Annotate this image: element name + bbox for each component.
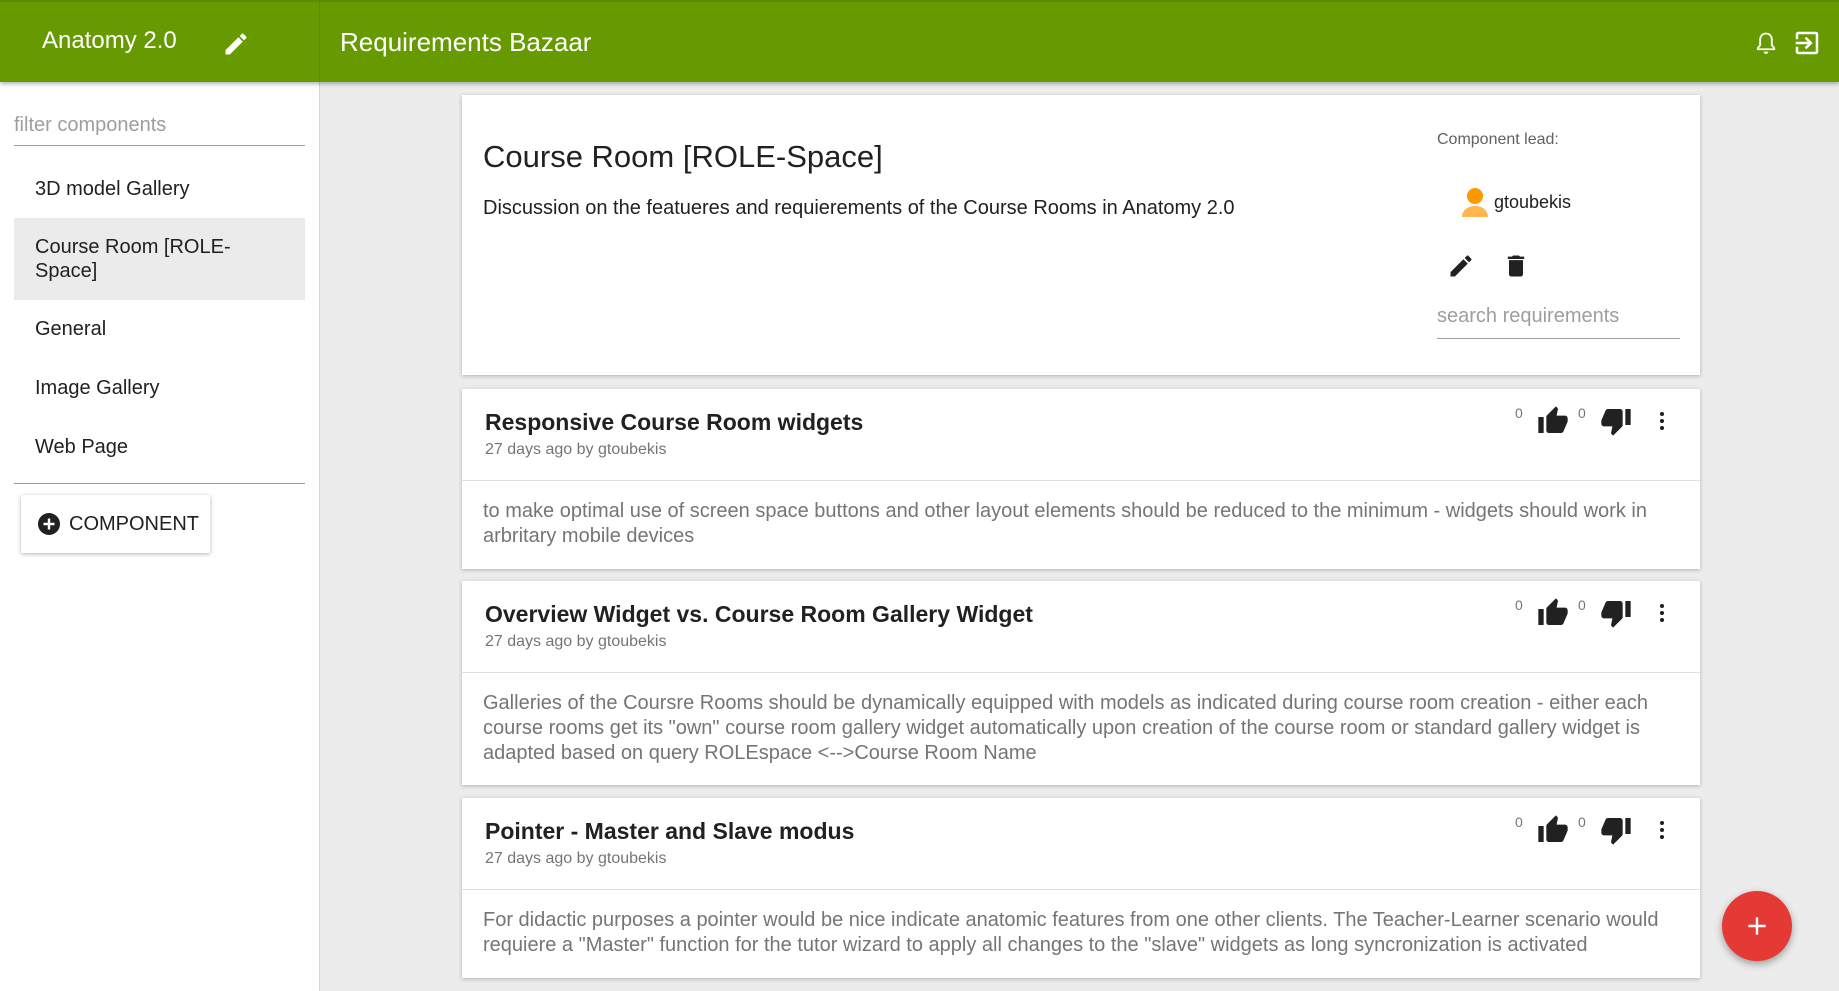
requirement-card[interactable]: Responsive Course Room widgets 27 days a… [462,389,1700,569]
thumb-up-icon[interactable] [1537,814,1569,846]
up-vote-count: 0 [1515,405,1523,421]
requirement-meta: 27 days ago by gtoubekis [485,850,667,867]
search-requirements-input[interactable] [1437,295,1680,339]
sidebar-item-label: General [35,318,107,340]
app-title: Requirements Bazaar [340,27,592,57]
component-list: 3D model Gallery Course Room [ROLE-Space… [14,160,305,476]
requirement-header: Pointer - Master and Slave modus 27 days… [462,798,1700,890]
sidebar-item-label: Web Page [35,436,129,458]
down-vote-count: 0 [1578,814,1586,830]
sidebar-item-label: Course Room [ROLE-Space] [35,236,231,282]
down-vote-count: 0 [1578,405,1586,421]
sidebar-item-general[interactable]: General [14,300,305,358]
component-sidebar: 3D model Gallery Course Room [ROLE-Space… [0,82,320,991]
requirement-title[interactable]: Responsive Course Room widgets [485,409,863,436]
requirement-description: to make optimal use of screen space butt… [483,500,1647,547]
logout-icon[interactable] [1792,28,1822,58]
avatar [1462,188,1488,217]
project-header: Anatomy 2.0 [0,2,320,82]
component-lead-label: Component lead: [1437,131,1559,148]
requirement-meta: 27 days ago by gtoubekis [485,441,667,458]
requirement-card[interactable]: Pointer - Master and Slave modus 27 days… [462,798,1700,978]
thumb-up-icon[interactable] [1537,597,1569,629]
sidebar-item-3d-model-gallery[interactable]: 3D model Gallery [14,160,305,218]
sidebar-item-image-gallery[interactable]: Image Gallery [14,358,305,418]
component-description: Discussion on the featueres and requiere… [483,197,1235,219]
add-requirement-fab[interactable] [1722,891,1792,961]
thumb-up-icon[interactable] [1537,405,1569,437]
edit-icon[interactable] [222,30,250,58]
requirement-title[interactable]: Pointer - Master and Slave modus [485,818,854,845]
thumb-down-icon[interactable] [1600,814,1632,846]
delete-icon[interactable] [1502,252,1530,280]
sidebar-item-course-room[interactable]: Course Room [ROLE-Space] [14,218,305,300]
add-component-button[interactable]: COMPONENT [21,495,210,553]
requirement-header: Responsive Course Room widgets 27 days a… [462,389,1700,481]
requirement-description: Galleries of the Coursre Rooms should be… [483,692,1649,764]
requirement-description: For didactic purposes a pointer would be… [483,909,1659,956]
down-vote-count: 0 [1578,597,1586,613]
requirement-card[interactable]: Overview Widget vs. Course Room Gallery … [462,581,1700,785]
filter-components-input[interactable] [14,106,305,146]
component-title: Course Room [ROLE-Space] [483,139,883,174]
requirement-header: Overview Widget vs. Course Room Gallery … [462,581,1700,673]
more-vert-icon[interactable] [1650,818,1674,842]
more-vert-icon[interactable] [1650,409,1674,433]
component-header-card: Course Room [ROLE-Space] Discussion on t… [462,95,1700,375]
project-title: Anatomy 2.0 [42,27,177,54]
up-vote-count: 0 [1515,597,1523,613]
edit-icon[interactable] [1447,252,1475,280]
top-app-bar: Anatomy 2.0 Requirements Bazaar [0,0,1839,82]
requirement-title[interactable]: Overview Widget vs. Course Room Gallery … [485,601,1033,628]
requirement-meta: 27 days ago by gtoubekis [485,633,667,650]
thumb-down-icon[interactable] [1600,597,1632,629]
add-component-label: COMPONENT [69,512,199,535]
sidebar-item-label: 3D model Gallery [35,178,190,200]
sidebar-item-web-page[interactable]: Web Page [14,418,305,476]
add-icon [1748,917,1766,935]
sidebar-item-label: Image Gallery [35,377,160,399]
sidebar-divider [14,483,305,484]
thumb-down-icon[interactable] [1600,405,1632,437]
add-circle-icon [38,513,60,535]
bell-icon[interactable] [1752,30,1780,58]
more-vert-icon[interactable] [1650,601,1674,625]
up-vote-count: 0 [1515,814,1523,830]
component-lead-name[interactable]: gtoubekis [1494,192,1571,213]
